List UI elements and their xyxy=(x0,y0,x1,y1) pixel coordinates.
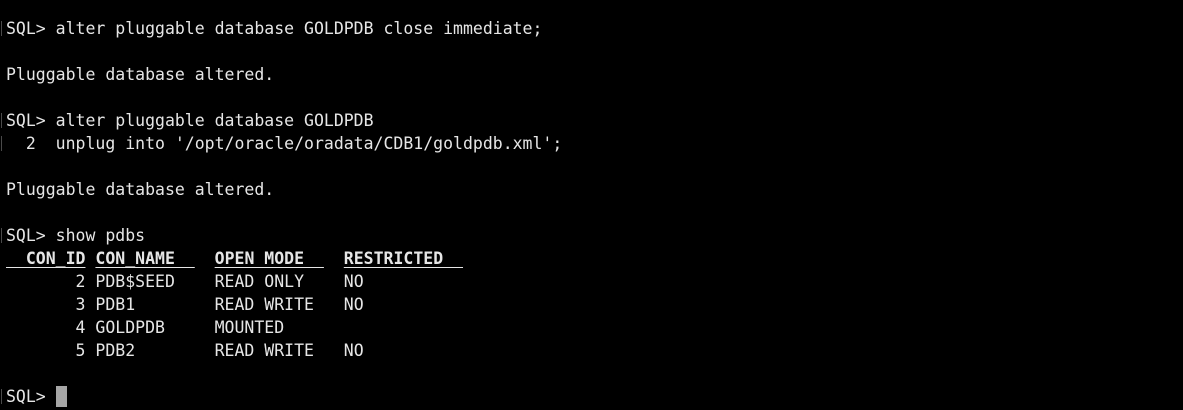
line-marker xyxy=(1,228,2,243)
cell-con-name: PDB1 xyxy=(95,295,215,314)
line-text: Pluggable database altered. xyxy=(6,180,275,199)
text-cursor[interactable] xyxy=(55,386,67,407)
line-text: 2 unplug into '/opt/oracle/oradata/CDB1/… xyxy=(6,134,563,153)
header-con-id: CON_ID xyxy=(6,249,86,268)
sql-command-line: SQL> alter pluggable database GOLDPDB xyxy=(1,109,1183,132)
line-text: Pluggable database altered. xyxy=(6,65,275,84)
table-row: 5 PDB2 READ WRITE NO xyxy=(6,339,1183,362)
table-row: 4 GOLDPDB MOUNTED xyxy=(6,316,1183,339)
header-con-name: CON_NAME xyxy=(95,249,195,268)
cell-open-mode: READ WRITE xyxy=(214,295,344,314)
cell-con-id: 5 xyxy=(6,341,96,360)
prompt-line[interactable]: SQL> xyxy=(1,385,1183,408)
terminal-window[interactable]: SQL> alter pluggable database GOLDPDB cl… xyxy=(0,0,1183,410)
sql-command-line: SQL> alter pluggable database GOLDPDB cl… xyxy=(1,17,1183,40)
table-row: 3 PDB1 READ WRITE NO xyxy=(6,293,1183,316)
header-restricted: RESTRICTED xyxy=(343,249,464,268)
line-marker xyxy=(1,21,2,36)
output-line: 2 unplug into '/opt/oracle/oradata/CDB1/… xyxy=(1,132,1183,155)
cell-open-mode: READ WRITE xyxy=(214,341,344,360)
table-row: 2 PDB$SEED READ ONLY NO xyxy=(6,270,1183,293)
cell-open-mode: MOUNTED xyxy=(214,318,344,337)
sql-prompt: SQL> xyxy=(6,387,56,406)
cell-restricted: NO xyxy=(343,341,364,360)
cell-con-id: 2 xyxy=(6,272,96,291)
cell-restricted: NO xyxy=(343,295,364,314)
header-open-mode: OPEN MODE xyxy=(214,249,324,268)
line-text: SQL> alter pluggable database GOLDPDB xyxy=(6,111,374,130)
cell-con-name: GOLDPDB xyxy=(95,318,215,337)
terminal-output: SQL> alter pluggable database GOLDPDB cl… xyxy=(1,17,1183,247)
line-text: SQL> alter pluggable database GOLDPDB cl… xyxy=(6,19,543,38)
cell-restricted: NO xyxy=(343,272,364,291)
output-line: Pluggable database altered. xyxy=(6,63,1183,86)
output-line: Pluggable database altered. xyxy=(6,178,1183,201)
cell-con-name: PDB$SEED xyxy=(95,272,215,291)
pdbs-table-header: CON_ID CON_NAME OPEN MODE RESTRICTED xyxy=(6,247,1183,270)
cell-con-id: 3 xyxy=(6,295,96,314)
cell-open-mode: READ ONLY xyxy=(214,272,344,291)
sql-command-line: SQL> show pdbs xyxy=(1,224,1183,247)
line-marker xyxy=(1,113,2,128)
cell-con-id: 4 xyxy=(6,318,96,337)
line-marker xyxy=(1,136,2,151)
cell-con-name: PDB2 xyxy=(95,341,215,360)
line-text: SQL> show pdbs xyxy=(6,226,146,245)
line-marker xyxy=(1,389,2,404)
